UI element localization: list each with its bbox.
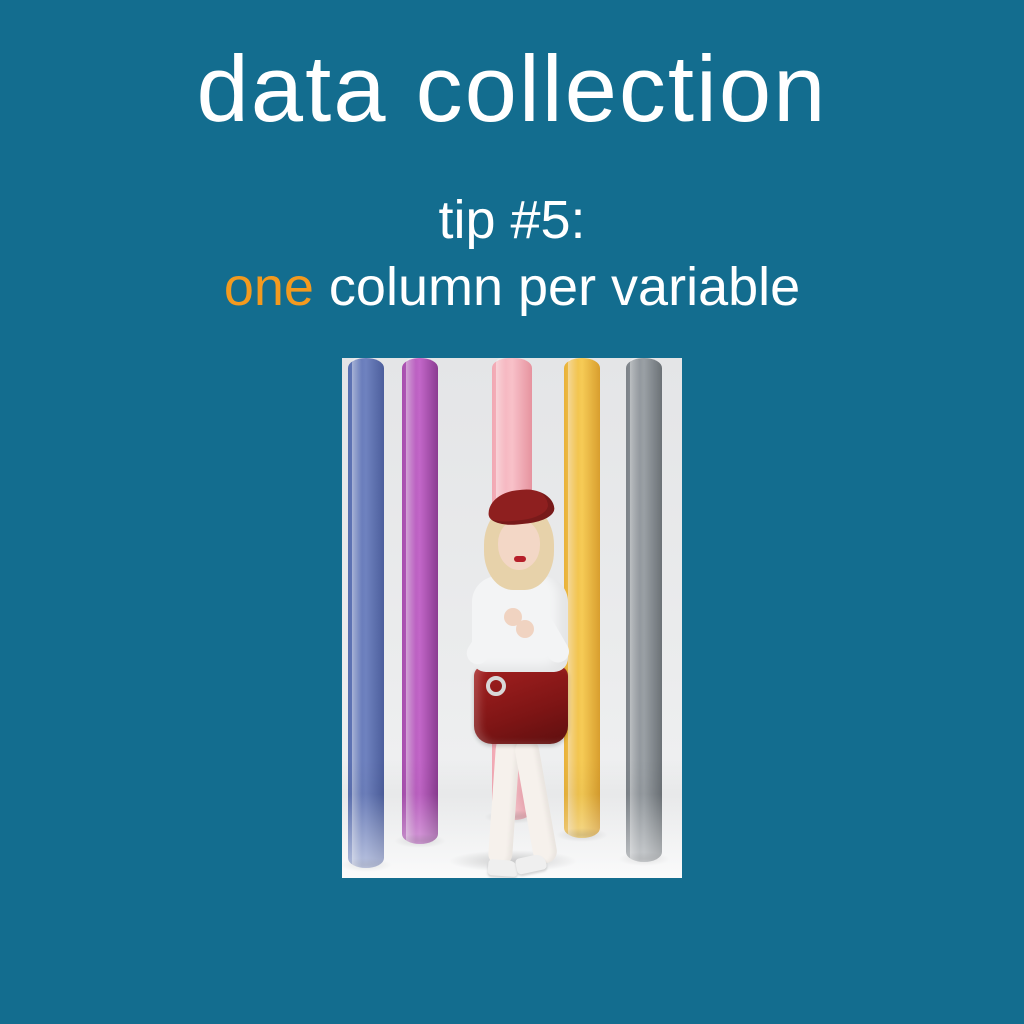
hand-right xyxy=(504,608,522,626)
shoe-left xyxy=(487,859,518,877)
skirt xyxy=(474,666,568,744)
subtitle-rest: column per variable xyxy=(314,257,800,317)
lips xyxy=(514,556,526,562)
main-title: data collection xyxy=(0,40,1024,139)
subtitle: tip #5: one column per variable xyxy=(0,187,1024,322)
subtitle-accent-word: one xyxy=(224,257,314,317)
belt-buckle xyxy=(486,676,506,696)
subtitle-line2: one column per variable xyxy=(0,254,1024,322)
face xyxy=(498,520,540,570)
illustration xyxy=(342,358,682,878)
subtitle-line1: tip #5: xyxy=(0,187,1024,255)
person-figure xyxy=(438,490,588,870)
leg-right xyxy=(513,737,559,865)
